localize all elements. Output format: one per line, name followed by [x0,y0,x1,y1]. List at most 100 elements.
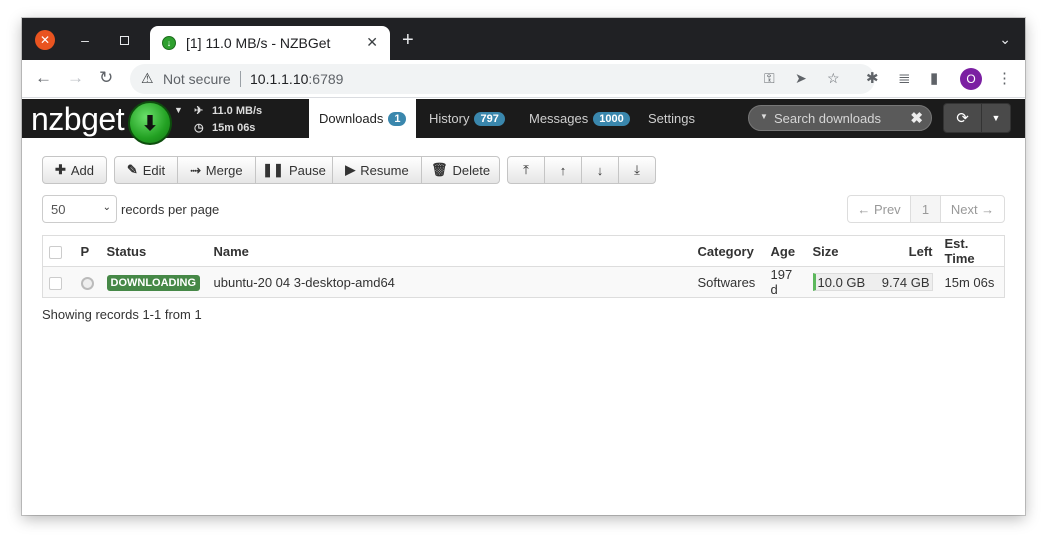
row-age: 197 d [764,266,807,298]
browser-toolbar: ← → ↻ ⚠ Not secure 10.1.1.10:6789 ⚿ ➤ ☆ … [22,60,1025,98]
table-row[interactable]: DOWNLOADING ubuntu-20 04 3-desktop-amd64… [42,266,1005,298]
select-all-header[interactable] [42,235,75,267]
browser-tab[interactable]: ↓ [1] 11.0 MB/s - NZBGet ✕ [150,26,390,60]
add-button[interactable]: ✚ Add [42,156,107,184]
resume-button[interactable]: ▶ Resume [332,156,422,184]
select-all-checkbox[interactable] [49,245,62,259]
name-header[interactable]: Name [207,235,692,267]
status-header[interactable]: Status [100,235,208,267]
refresh-menu-caret-icon[interactable]: ▼ [982,104,1010,132]
bookmark-star-icon[interactable]: ☆ [827,70,840,87]
reload-icon[interactable]: ↻ [99,68,113,88]
arrow-up-icon: ↑ [559,162,567,178]
row-checkbox[interactable] [49,276,62,290]
clear-search-icon[interactable]: ✖ [910,109,923,127]
pause-button[interactable]: ❚❚ Pause [255,156,333,184]
left-header[interactable]: Left [869,235,939,267]
pause-download-toggle-icon[interactable]: ⬇ [128,101,172,145]
back-arrow-icon[interactable]: ← [35,68,52,88]
tab-downloads-label: Downloads [319,111,384,126]
media-queue-icon[interactable]: ≣ [898,69,911,87]
current-page[interactable]: 1 [910,195,941,223]
delete-button[interactable]: 🗑 Delete [421,156,500,184]
arrow-down-icon: ↓ [596,162,604,178]
age-header[interactable]: Age [764,235,807,267]
page-size-select[interactable]: 50 ⌄ [42,195,117,223]
forward-arrow-icon[interactable]: → [67,68,84,88]
window-maximize-icon[interactable] [114,30,134,50]
window-close-icon[interactable]: ✕ [35,30,55,50]
tab-history-label: History [429,111,470,126]
search-input[interactable] [774,109,904,127]
move-up-button[interactable]: ↑ [544,156,582,184]
table-header-row: P Status Name Category Age Size Left Est… [42,235,1005,267]
move-down-button[interactable]: ↓ [581,156,619,184]
address-bar[interactable]: ⚠ Not secure 10.1.1.10:6789 ⚿ ➤ ☆ [130,64,875,94]
security-label[interactable]: Not secure [163,71,231,87]
plus-icon: ✚ [54,162,66,177]
move-bottom-button[interactable]: ⤓ [618,156,656,184]
nzbget-favicon-icon: ↓ [162,36,176,50]
row-left: 9.74 GB [881,274,930,290]
download-speed: 11.0 MB/s [212,105,263,117]
tab-search-chevron-icon[interactable]: ⌄ [999,31,1011,48]
download-progress-bar: 10.0 GB 9.74 GB [812,273,933,291]
chevron-down-icon: ⌄ [102,202,111,213]
new-tab-icon[interactable]: + [402,30,414,50]
clock-icon: ◷ [194,122,204,134]
tab-history[interactable]: History 797 [419,99,515,138]
row-category[interactable]: Softwares [691,266,765,298]
send-icon[interactable]: ➤ [795,70,807,87]
pause-button-label: Pause [288,162,326,178]
resume-button-label: Resume [360,162,409,178]
app-navbar: nzbget ⬇ ▼ ✈ 11.0 MB/s ◷ 15m 06s Downloads… [22,99,1025,145]
key-icon[interactable]: ⚿ [764,70,775,87]
pause-icon: ❚❚ [262,162,284,177]
window-minimize-icon[interactable]: – [75,30,95,50]
history-count-badge: 797 [474,111,505,126]
side-panel-icon[interactable]: ▮ [930,69,938,87]
nzbget-logo: nzbget [31,101,125,137]
url-text[interactable]: 10.1.1.10:6789 [250,71,343,87]
tab-settings[interactable]: Settings [638,99,705,138]
next-page-button[interactable]: Next → [940,195,1005,223]
row-select-cell[interactable] [42,266,75,298]
row-status-cell: DOWNLOADING [100,266,208,298]
tab-close-icon[interactable]: ✕ [366,34,378,51]
move-bottom-icon: ⤓ [634,162,640,177]
move-top-icon: ⤒ [523,162,529,177]
plane-icon: ✈ [194,105,204,117]
status-badge: DOWNLOADING [106,274,201,291]
warning-triangle-icon[interactable]: ⚠ [141,70,154,87]
add-button-label: Add [70,162,95,178]
row-name[interactable]: ubuntu-20 04 3-desktop-amd64 [207,266,692,298]
url-port: :6789 [308,71,344,87]
priority-header[interactable]: P [74,235,101,267]
edit-button[interactable]: ✎ Edit [114,156,178,184]
prev-page-button[interactable]: ← Prev [847,195,911,223]
play-menu-caret-icon[interactable]: ▼ [174,105,183,115]
row-priority-cell[interactable] [74,266,101,298]
browser-menu-icon[interactable]: ⋮ [997,69,1012,87]
category-header[interactable]: Category [691,235,765,267]
merge-icon: ⤑ [190,162,201,177]
extensions-puzzle-icon[interactable]: ✱ [866,69,879,87]
messages-count-badge: 1000 [593,111,630,126]
profile-avatar[interactable]: O [960,68,982,90]
tab-messages[interactable]: Messages 1000 [519,99,640,138]
tab-downloads[interactable]: Downloads 1 [309,99,417,138]
downloads-count-badge: 1 [388,111,407,126]
priority-icon[interactable] [80,276,94,290]
merge-button[interactable]: ⤑ Merge [177,156,256,184]
records-per-page-label: records per page [121,202,220,217]
move-top-button[interactable]: ⤒ [507,156,545,184]
page-size-value: 50 [51,202,66,217]
speed-status[interactable]: ✈ 11.0 MB/s ◷ 15m 06s [194,103,262,137]
size-header[interactable]: Size [806,235,870,267]
tab-title: [1] 11.0 MB/s - NZBGet [186,35,331,51]
tab-messages-label: Messages [529,111,589,126]
search-menu-caret-icon[interactable]: ▼ [760,112,768,121]
est-time-header[interactable]: Est. Time [938,235,1005,267]
refresh-icon[interactable]: ⟳ [944,104,982,132]
url-host: 10.1.1.10 [250,71,309,87]
